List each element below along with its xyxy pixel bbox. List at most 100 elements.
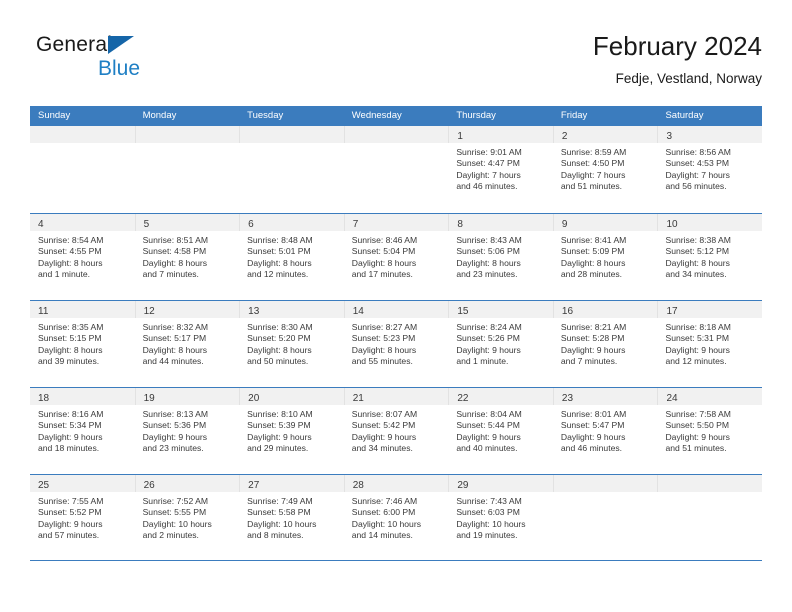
day-detail-line: and 34 minutes. [665,269,727,280]
calendar-day-cell[interactable]: 19 Sunrise: 8:13 AM Sunset: 5:36 PM Dayligh… [134,388,240,474]
day-details: Sunrise: 8:48 AM Sunset: 5:01 PM Daylight:… [239,231,344,281]
day-details: Sunrise: 8:46 AM Sunset: 5:04 PM Daylight:… [344,231,449,281]
triangle-icon [108,36,134,54]
day-detail-line: Daylight: 7 hours [456,169,521,180]
calendar-day-cell[interactable]: 21 Sunrise: 8:07 AM Sunset: 5:42 PM Dayligh… [343,388,449,474]
day-detail-line: and 55 minutes. [351,356,413,367]
day-detail-line: Daylight: 10 hours [456,518,526,529]
calendar-day-cell[interactable]: 16 Sunrise: 8:21 AM Sunset: 5:28 PM Dayligh… [552,301,658,387]
day-details: Sunrise: 7:58 AM Sunset: 5:50 PM Daylight:… [657,405,762,455]
page-header: General Blue February 2024 Fedje, Vestla… [30,30,762,102]
day-detail-line: Sunrise: 7:43 AM [456,496,522,506]
day-number: 14 [352,306,364,317]
day-detail-line: Sunrise: 7:46 AM [351,496,418,506]
day-number: 10 [666,219,678,230]
day-details: Sunrise: 8:35 AM Sunset: 5:15 PM Daylight:… [30,318,135,368]
calendar-day-cell[interactable]: 24 Sunrise: 7:58 AM Sunset: 5:50 PM Dayligh… [657,388,763,474]
day-detail-line: Sunrise: 8:38 AM [665,235,731,245]
day-detail-line: and 8 minutes. [247,530,304,541]
day-number-bar: 22 [448,388,553,405]
day-details: Sunrise: 8:54 AM Sunset: 4:55 PM Daylight:… [30,231,135,281]
day-detail-line: Sunrise: 8:18 AM [665,322,731,332]
day-details: Sunrise: 7:49 AM Sunset: 5:58 PM Daylight:… [239,492,344,542]
calendar-day-cell[interactable]: 27 Sunrise: 7:49 AM Sunset: 5:58 PM Dayligh… [239,475,344,560]
calendar-day-cell[interactable]: 3 Sunrise: 8:56 AM Sunset: 4:53 PM Daylight… [657,126,763,213]
calendar-week-row: 25 Sunrise: 7:55 AM Sunset: 5:52 PM Dayligh… [30,474,763,561]
day-number: 7 [352,219,359,230]
day-detail-line: and 12 minutes. [665,356,727,367]
day-detail-line: Sunrise: 8:13 AM [142,409,209,419]
day-detail-line: Daylight: 10 hours [247,518,317,529]
calendar-day-cell[interactable]: 20 Sunrise: 8:10 AM Sunset: 5:39 PM Dayligh… [239,388,344,474]
day-detail-line: Daylight: 8 hours [142,257,208,268]
calendar-day-cell[interactable]: 22 Sunrise: 8:04 AM Sunset: 5:44 PM Dayligh… [448,388,553,474]
calendar-day-cell[interactable]: 15 Sunrise: 8:24 AM Sunset: 5:26 PM Dayligh… [448,301,553,387]
calendar-day-cell[interactable]: 4 Sunrise: 8:54 AM Sunset: 4:55 PM Daylight… [30,214,135,300]
calendar-day-cell[interactable]: 23 Sunrise: 8:01 AM Sunset: 5:47 PM Dayligh… [552,388,658,474]
calendar-day-cell[interactable]: 17 Sunrise: 8:18 AM Sunset: 5:31 PM Dayligh… [657,301,763,387]
day-detail-line: Sunrise: 8:16 AM [38,409,104,419]
day-detail-line: Sunrise: 8:04 AM [456,409,522,419]
day-detail-line: Daylight: 9 hours [665,344,730,355]
calendar-day-cell-empty [134,126,240,213]
calendar-day-cell[interactable]: 26 Sunrise: 7:52 AM Sunset: 5:55 PM Dayligh… [134,475,240,560]
weekday-header-monday: Monday [142,110,177,121]
calendar-day-cell[interactable]: 7 Sunrise: 8:46 AM Sunset: 5:04 PM Daylight… [343,214,449,300]
day-detail-line: Sunrise: 8:21 AM [560,322,627,332]
day-number: 26 [143,480,155,491]
brand-logo: General Blue [36,34,276,94]
day-details: Sunrise: 8:04 AM Sunset: 5:44 PM Daylight:… [448,405,553,455]
day-number: 9 [561,219,568,230]
calendar-day-cell[interactable]: 18 Sunrise: 8:16 AM Sunset: 5:34 PM Dayligh… [30,388,135,474]
calendar-day-cell[interactable]: 9 Sunrise: 8:41 AM Sunset: 5:09 PM Daylight… [552,214,658,300]
day-detail-line: Daylight: 8 hours [456,257,521,268]
calendar-day-cell[interactable]: 25 Sunrise: 7:55 AM Sunset: 5:52 PM Dayligh… [30,475,135,560]
day-detail-line: Sunrise: 7:49 AM [247,496,313,506]
day-detail-line: Sunset: 5:34 PM [38,420,102,431]
day-detail-line: and 7 minutes. [142,269,199,280]
day-detail-line: and 1 minute. [38,269,91,280]
day-number-bar: 5 [134,214,240,231]
calendar-day-cell[interactable]: 6 Sunrise: 8:48 AM Sunset: 5:01 PM Daylight… [239,214,344,300]
day-number-bar: 24 [657,388,763,405]
calendar-day-cell[interactable]: 28 Sunrise: 7:46 AM Sunset: 6:00 PM Dayligh… [343,475,449,560]
day-details: Sunrise: 8:16 AM Sunset: 5:34 PM Daylight:… [30,405,135,455]
calendar-day-cell[interactable]: 29 Sunrise: 7:43 AM Sunset: 6:03 PM Dayligh… [448,475,553,560]
day-details: Sunrise: 8:32 AM Sunset: 5:17 PM Daylight:… [135,318,240,368]
day-details: Sunrise: 7:46 AM Sunset: 6:00 PM Daylight:… [344,492,449,542]
calendar-day-cell[interactable]: 12 Sunrise: 8:32 AM Sunset: 5:17 PM Dayligh… [134,301,240,387]
day-detail-line: Sunset: 5:20 PM [247,333,311,344]
day-details: Sunrise: 7:52 AM Sunset: 5:55 PM Daylight:… [135,492,240,542]
title-block: February 2024 Fedje, Vestland, Norway [593,30,762,89]
calendar-day-cell[interactable]: 10 Sunrise: 8:38 AM Sunset: 5:12 PM Dayligh… [657,214,763,300]
calendar-day-cell[interactable]: 2 Sunrise: 8:59 AM Sunset: 4:50 PM Daylight… [552,126,658,213]
day-details: Sunrise: 8:13 AM Sunset: 5:36 PM Daylight:… [135,405,240,455]
calendar-day-cell[interactable]: 8 Sunrise: 8:43 AM Sunset: 5:06 PM Daylight… [448,214,553,300]
day-number-bar [239,126,344,143]
day-number: 18 [38,393,50,404]
day-detail-line: Sunset: 5:06 PM [456,246,520,257]
day-detail-line: Daylight: 8 hours [560,257,626,268]
weekday-header-thursday: Thursday [456,110,496,121]
day-detail-line: Sunrise: 9:01 AM [456,147,522,157]
weekday-header-friday: Friday [560,110,588,121]
calendar-day-cell[interactable]: 13 Sunrise: 8:30 AM Sunset: 5:20 PM Dayligh… [239,301,344,387]
day-detail-line: Sunrise: 8:24 AM [456,322,522,332]
calendar-day-cell-empty [343,126,449,213]
calendar-day-cell[interactable]: 5 Sunrise: 8:51 AM Sunset: 4:58 PM Daylight… [134,214,240,300]
day-detail-line: and 23 minutes. [142,443,204,454]
day-detail-line: and 44 minutes. [142,356,204,367]
weekday-header-tuesday: Tuesday [247,110,284,121]
day-detail-line: Sunrise: 8:54 AM [38,235,104,245]
calendar-day-cell[interactable]: 11 Sunrise: 8:35 AM Sunset: 5:15 PM Dayligh… [30,301,135,387]
day-detail-line: Sunset: 5:26 PM [456,333,520,344]
day-number-bar: 14 [343,301,449,318]
calendar-day-cell[interactable]: 14 Sunrise: 8:27 AM Sunset: 5:23 PM Dayligh… [343,301,449,387]
day-detail-line: Daylight: 9 hours [38,518,103,529]
calendar-day-cell[interactable]: 1 Sunrise: 9:01 AM Sunset: 4:47 PM Daylight… [448,126,553,213]
calendar-day-cell-empty [657,475,763,560]
calendar-page: General Blue February 2024 Fedje, Vestla… [0,0,792,612]
brand-name-general: General [36,33,113,56]
day-detail-line: Daylight: 7 hours [665,169,730,180]
day-number: 25 [38,480,50,491]
